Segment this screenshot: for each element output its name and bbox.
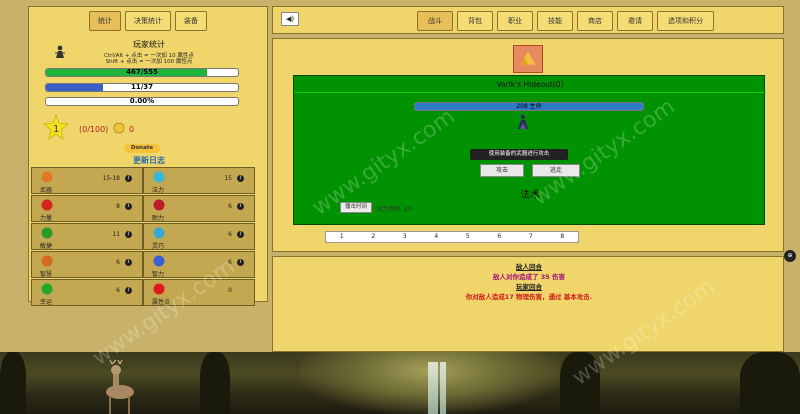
stat-name: 智慧 — [40, 271, 53, 278]
stat-value: 8 — [116, 203, 120, 210]
stat-owl[interactable]: 智慧 6 i — [31, 251, 143, 278]
stat-value: 15 — [224, 175, 232, 182]
spell-pager: 12345678 — [325, 231, 579, 243]
tab-main-4[interactable]: 商店 — [577, 11, 613, 31]
xp-label: 0.00% — [129, 97, 155, 105]
figure-icon — [152, 198, 166, 212]
stat-name: 敏捷 — [40, 243, 53, 250]
pager-item[interactable]: 4 — [421, 232, 453, 242]
sound-toggle-button[interactable]: ◀) — [281, 12, 299, 26]
stat-name: 耐力 — [152, 215, 165, 222]
clover-icon — [40, 282, 54, 296]
tab-main-5[interactable]: 邀请 — [617, 11, 653, 31]
battle-log-panel: 敌人回合 敌人对你造成了 35 伤害 玩家回合 你对敌人造成17 物理伤害，通过 基本… — [272, 256, 784, 352]
stat-muscle[interactable]: 力量 8 i — [31, 195, 143, 222]
muscle-icon — [40, 198, 54, 212]
tab-main-0[interactable]: 战斗 — [417, 11, 453, 31]
battle-log-line: 敌人回合 — [516, 263, 542, 271]
swirl-icon — [152, 170, 166, 184]
info-icon[interactable]: i — [125, 287, 132, 294]
plus-icon — [152, 282, 166, 296]
spell-mana-cost: 法力消耗: 20 — [376, 206, 412, 213]
stat-value: 6 — [228, 203, 232, 210]
stat-value: 6 — [228, 231, 232, 238]
stat-clover[interactable]: 幸运 6 i — [31, 279, 143, 306]
exp-text: (0/100) — [79, 125, 109, 134]
donate-button[interactable]: Donate — [124, 144, 160, 153]
pager-item[interactable]: 3 — [389, 232, 421, 242]
stat-fist[interactable]: 武器 15-18 i — [31, 167, 143, 194]
info-icon[interactable]: i — [237, 175, 244, 182]
pager-item[interactable]: 2 — [358, 232, 390, 242]
main-tabbar: 战斗 背包 职业 技能 商店 邀请 选项和积分 — [417, 11, 714, 31]
mana-label: 11/37 — [130, 83, 154, 91]
gold-icon — [113, 122, 125, 134]
attack-button[interactable]: 攻击 — [480, 164, 524, 177]
battle-arena: Varik's Hideout(0) 208 生命 使用装备的武器进行攻击 攻击… — [293, 75, 766, 225]
info-icon[interactable]: i — [125, 175, 132, 182]
gold-value: 0 — [129, 125, 135, 134]
stat-name: 幸运 — [40, 299, 53, 306]
tab-stats[interactable]: 统计 — [89, 11, 121, 31]
pager-item[interactable]: 5 — [452, 232, 484, 242]
stat-name: 智力 — [152, 271, 165, 278]
update-log-link[interactable]: 更新日志 — [29, 155, 269, 166]
stat-name: 法力 — [152, 187, 165, 194]
stat-tool[interactable]: 灵巧 6 i — [143, 223, 255, 250]
info-icon[interactable]: i — [125, 203, 132, 210]
stat-name: 灵巧 — [152, 243, 165, 250]
tab-decision-stats[interactable]: 决策统计 — [125, 11, 171, 31]
pager-item[interactable]: 6 — [484, 232, 516, 242]
main-navbar: ◀) 战斗 背包 职业 技能 商店 邀请 选项和积分 — [272, 6, 784, 34]
stat-value: 6 — [116, 287, 120, 294]
pager-item[interactable]: 7 — [515, 232, 547, 242]
battle-panel: Varik's Hideout(0) 208 生命 使用装备的武器进行攻击 攻击… — [272, 38, 784, 252]
stat-swirl[interactable]: 法力 15 i — [143, 167, 255, 194]
info-icon[interactable]: i — [125, 231, 132, 238]
xp-bar: 0.00% — [45, 97, 239, 106]
pager-item[interactable]: 8 — [547, 232, 579, 242]
owl-icon — [40, 254, 54, 268]
stat-name: 武器 — [40, 187, 53, 194]
player-stats-panel: 统计 决策统计 装备 玩家统计 Ctrl/Alt + 点击 = 一次加 10 属… — [28, 6, 269, 306]
stat-figure[interactable]: 耐力 6 i — [143, 195, 255, 222]
enemy-icon — [518, 114, 528, 129]
stat-name: 力量 — [40, 215, 53, 222]
pager-item[interactable]: 1 — [326, 232, 358, 242]
player-stats-title: 玩家统计 — [133, 40, 165, 49]
tab-main-6[interactable]: 选项和积分 — [657, 11, 714, 31]
background-scenery — [0, 352, 800, 414]
stat-runner[interactable]: 敏捷 11 i — [31, 223, 143, 250]
info-icon[interactable]: i — [237, 231, 244, 238]
level-value: 1 — [53, 124, 60, 135]
stat-value: 11 — [112, 231, 120, 238]
tab-equipment[interactable]: 装备 — [175, 11, 207, 31]
attack-tooltip: 使用装备的武器进行攻击 — [470, 149, 568, 160]
tab-main-1[interactable]: 背包 — [457, 11, 493, 31]
health-bar: 467/555 — [45, 68, 239, 77]
runner-icon — [40, 226, 54, 240]
health-label: 467/555 — [126, 68, 158, 76]
stat-value: 15-18 — [102, 175, 120, 182]
mana-bar: 11/37 — [45, 83, 239, 92]
fist-icon — [40, 170, 54, 184]
tool-icon — [152, 226, 166, 240]
info-icon[interactable]: i — [125, 259, 132, 266]
info-icon[interactable]: i — [237, 259, 244, 266]
left-tabbar: 统计 决策统计 装备 — [89, 11, 207, 31]
side-toggle-icon[interactable]: ⊕ — [784, 250, 796, 262]
tab-main-3[interactable]: 技能 — [537, 11, 573, 31]
location-icon[interactable] — [513, 45, 543, 73]
info-icon[interactable]: i — [237, 203, 244, 210]
brain-icon — [152, 254, 166, 268]
location-name: Varik's Hideout(0) — [496, 80, 564, 89]
stat-value: 0 — [228, 287, 232, 294]
stat-value: 6 — [116, 259, 120, 266]
tab-main-2[interactable]: 职业 — [497, 11, 533, 31]
hint-shift: Shift + 点击 = 一次加 100 属性点 — [105, 59, 193, 65]
